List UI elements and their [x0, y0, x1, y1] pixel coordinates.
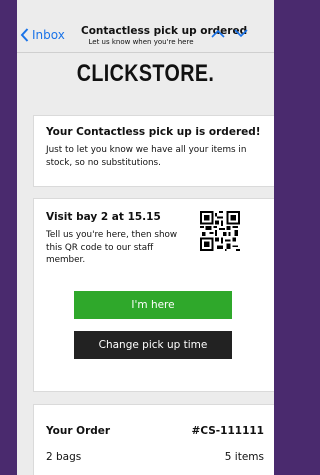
im-here-button[interactable]: I'm here [74, 291, 232, 319]
status-bar [17, 0, 274, 20]
brand-logo: CLICKSTORE. [76, 60, 215, 87]
order-summary-card: Your Order #CS-111111 2 bags 5 items [33, 404, 274, 475]
pickup-instructions: Tell us you're here, then show this QR c… [46, 230, 178, 265]
email-view: Inbox Contactless pick up ordered Let us… [17, 0, 274, 475]
nav-title: Contactless pick up ordered [81, 25, 248, 37]
order-number: #CS-111111 [191, 425, 264, 437]
qr-code-icon [200, 211, 240, 251]
message-navigation [211, 29, 248, 38]
confirmation-card: Your Contactless pick up is ordered! Jus… [33, 115, 274, 187]
order-items-count: 5 items [224, 451, 264, 463]
back-button[interactable]: Inbox [20, 28, 65, 42]
pickup-heading: Visit bay 2 at 15.15 [46, 211, 161, 223]
nav-subtitle: Let us know when you're here [88, 38, 194, 46]
back-label: Inbox [32, 28, 65, 42]
change-pickup-time-button[interactable]: Change pick up time [74, 331, 232, 359]
chevron-down-icon[interactable] [234, 29, 248, 38]
navigation-bar: Inbox Contactless pick up ordered Let us… [17, 22, 274, 53]
confirmation-body: Just to let you know we have all your it… [46, 145, 247, 168]
order-bags: 2 bags [46, 451, 82, 463]
pickup-card: Visit bay 2 at 15.15 Tell us you're here… [33, 198, 274, 392]
chevron-left-icon [20, 28, 29, 42]
confirmation-heading: Your Contactless pick up is ordered! [46, 126, 261, 138]
nav-title-block: Contactless pick up ordered Let us know … [81, 25, 248, 46]
order-title: Your Order [46, 425, 111, 437]
chevron-up-icon[interactable] [211, 29, 225, 38]
